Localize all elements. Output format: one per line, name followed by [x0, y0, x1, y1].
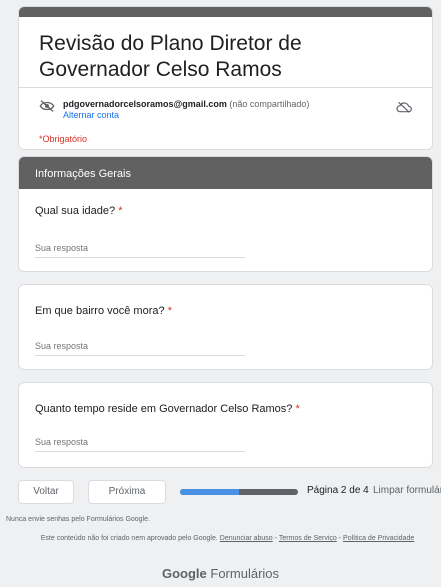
progress-bar — [180, 489, 298, 495]
progress-fill — [180, 489, 239, 495]
question-card: Quanto tempo reside em Governador Celso … — [18, 382, 433, 468]
required-asterisk: * — [167, 305, 172, 317]
header-divider — [19, 87, 432, 88]
question-label: Qual sua idade? * — [19, 205, 138, 217]
cloud-off-icon — [396, 101, 412, 113]
required-note: *Obrigatório — [39, 134, 88, 144]
question-label: Quanto tempo reside em Governador Celso … — [19, 403, 316, 415]
answer-input[interactable]: Sua resposta — [35, 437, 245, 452]
form-title: Revisão do Plano Diretor de Governador C… — [39, 32, 302, 81]
form-header-card: Revisão do Plano Diretor de Governador C… — [18, 6, 433, 150]
question-card: Em que bairro você mora? * Sua resposta — [18, 284, 433, 370]
next-button[interactable]: Próxima — [88, 480, 166, 504]
disclaimer: Este conteúdo não foi criado nem aprovad… — [40, 535, 415, 542]
account-email-line: pdgovernadorcelsoramos@gmail.com (não co… — [63, 99, 309, 109]
question-text: Em que bairro você mora? — [35, 305, 165, 317]
disclaimer-text: Este conteúdo não foi criado nem aprovad… — [40, 535, 218, 542]
eye-off-icon — [39, 100, 55, 112]
answer-input[interactable]: Sua resposta — [35, 243, 245, 258]
clear-form-button[interactable]: Limpar formulário — [373, 485, 441, 496]
google-forms-logo: Google Formulários — [0, 566, 441, 581]
header-accent-bar — [19, 7, 432, 17]
report-abuse-link[interactable]: Denunciar abuso — [220, 535, 273, 542]
question-label: Em que bairro você mora? * — [19, 305, 188, 317]
page-indicator: Página 2 de 4 — [307, 485, 369, 496]
section-title: Informações Gerais — [19, 157, 432, 189]
terms-link[interactable]: Termos de Serviço — [279, 535, 337, 542]
account-row: pdgovernadorcelsoramos@gmail.com (não co… — [39, 97, 412, 125]
required-asterisk: * — [295, 403, 300, 415]
question-text: Quanto tempo reside em Governador Celso … — [35, 403, 293, 415]
answer-input[interactable]: Sua resposta — [35, 341, 245, 356]
required-asterisk: * — [118, 205, 123, 217]
switch-account-link[interactable]: Alternar conta — [63, 110, 119, 120]
privacy-link[interactable]: Política de Privacidade — [343, 535, 414, 542]
account-email: pdgovernadorcelsoramos@gmail.com — [63, 99, 227, 109]
section-card: Informações Gerais Qual sua idade? * Sua… — [18, 156, 433, 272]
password-warning: Nunca envie senhas pelo Formulários Goog… — [6, 516, 150, 523]
not-shared-label: (não compartilhado) — [229, 99, 310, 109]
question-text: Qual sua idade? — [35, 205, 116, 217]
form-navigation: Voltar Próxima Página 2 de 4 Limpar form… — [18, 480, 441, 508]
back-button[interactable]: Voltar — [18, 480, 74, 504]
brand-forms: Formulários — [210, 566, 280, 581]
brand-google: Google — [161, 566, 207, 581]
